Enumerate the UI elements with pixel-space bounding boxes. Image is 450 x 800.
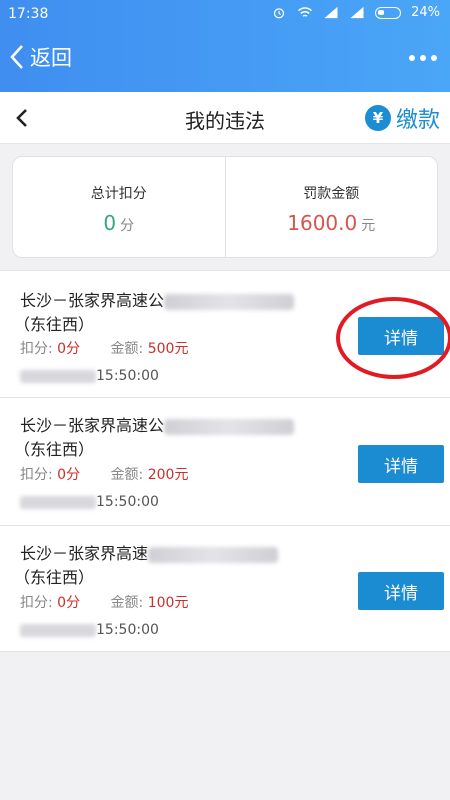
- status-time: 17:38: [8, 6, 49, 22]
- chevron-left-icon: [10, 45, 23, 69]
- redacted-date: [20, 495, 96, 509]
- highlight-circle: [336, 297, 450, 379]
- status-bar: 17:38 24%: [0, 0, 450, 30]
- redacted-date: [20, 369, 96, 383]
- amount-unit: 元: [361, 218, 376, 234]
- status-icons: 24%: [271, 5, 440, 20]
- violation-road: 长沙－张家界高速: [20, 543, 320, 564]
- signal-icon: [324, 6, 338, 19]
- points-label: 扣分:: [20, 341, 53, 357]
- violation-direction: （东往西）: [14, 568, 95, 587]
- redacted-date: [20, 623, 96, 637]
- more-icon[interactable]: [408, 54, 438, 62]
- detail-button[interactable]: 详情: [358, 572, 444, 610]
- points-label: 扣分:: [20, 595, 53, 611]
- amount-label: 金额:: [110, 595, 144, 611]
- points-value-line: 0分: [13, 211, 225, 235]
- violation-meta: 扣分: 0分 金额: 500元: [20, 338, 188, 358]
- pay-label: 缴款: [395, 108, 440, 133]
- summary-section: 总计扣分 0分 罚款金额 1600.0 元: [0, 144, 450, 270]
- back-label: 返回: [30, 46, 72, 70]
- redacted-text: [164, 418, 295, 435]
- summary-card: 总计扣分 0分 罚款金额 1600.0 元: [12, 156, 438, 258]
- violation-direction: （东往西）: [14, 440, 95, 459]
- app-bar: 返回: [0, 30, 450, 92]
- points-label: 总计扣分: [90, 186, 147, 202]
- violation-time: 15:50:00: [20, 494, 159, 510]
- violation-road: 长沙－张家界高速公: [20, 290, 320, 311]
- amount-value: 100元: [147, 595, 189, 611]
- amount-label: 罚款金额: [303, 186, 360, 202]
- battery-icon: [375, 6, 402, 19]
- redacted-text: [164, 293, 295, 310]
- violation-meta: 扣分: 0分 金额: 100元: [20, 592, 188, 612]
- time-value: 15:50:00: [96, 368, 159, 384]
- pay-button[interactable]: ¥ 缴款: [364, 102, 440, 134]
- amount-value: 1600.0: [287, 211, 358, 235]
- amount-value: 500元: [147, 341, 189, 357]
- violation-direction: （东往西）: [14, 315, 95, 334]
- amount-value: 200元: [147, 467, 189, 483]
- points-value: 0分: [57, 467, 81, 483]
- points-value: 0分: [57, 341, 81, 357]
- amount-label: 金额:: [110, 341, 144, 357]
- redacted-text: [148, 546, 279, 563]
- points-value: 0: [103, 211, 117, 235]
- wifi-icon: [298, 7, 313, 17]
- points-unit: 分: [120, 218, 135, 234]
- amount-value-line: 1600.0 元: [226, 211, 438, 235]
- violation-time: 15:50:00: [20, 622, 159, 638]
- points-summary: 总计扣分 0分: [13, 157, 225, 257]
- back-button[interactable]: 返回: [8, 42, 72, 72]
- points-value: 0分: [57, 595, 81, 611]
- signal-icon: [350, 6, 364, 19]
- amount-summary: 罚款金额 1600.0 元: [224, 157, 438, 257]
- violation-road: 长沙－张家界高速公: [20, 415, 320, 436]
- time-value: 15:50:00: [96, 622, 159, 638]
- detail-button[interactable]: 详情: [358, 445, 444, 483]
- alarm-icon: [274, 8, 285, 19]
- divider: [0, 525, 450, 526]
- title-bar: 我的违法 ¥ 缴款: [0, 92, 450, 144]
- yen-icon: ¥: [364, 105, 391, 131]
- time-value: 15:50:00: [96, 494, 159, 510]
- violation-meta: 扣分: 0分 金额: 200元: [20, 464, 188, 484]
- violation-time: 15:50:00: [20, 368, 159, 384]
- road-name: 长沙－张家界高速公: [20, 291, 165, 310]
- amount-label: 金额:: [110, 467, 144, 483]
- road-name: 长沙－张家界高速: [20, 544, 149, 563]
- battery-percent: 24%: [411, 5, 440, 20]
- divider: [0, 397, 450, 398]
- road-name: 长沙－张家界高速公: [20, 416, 165, 435]
- points-label: 扣分:: [20, 467, 53, 483]
